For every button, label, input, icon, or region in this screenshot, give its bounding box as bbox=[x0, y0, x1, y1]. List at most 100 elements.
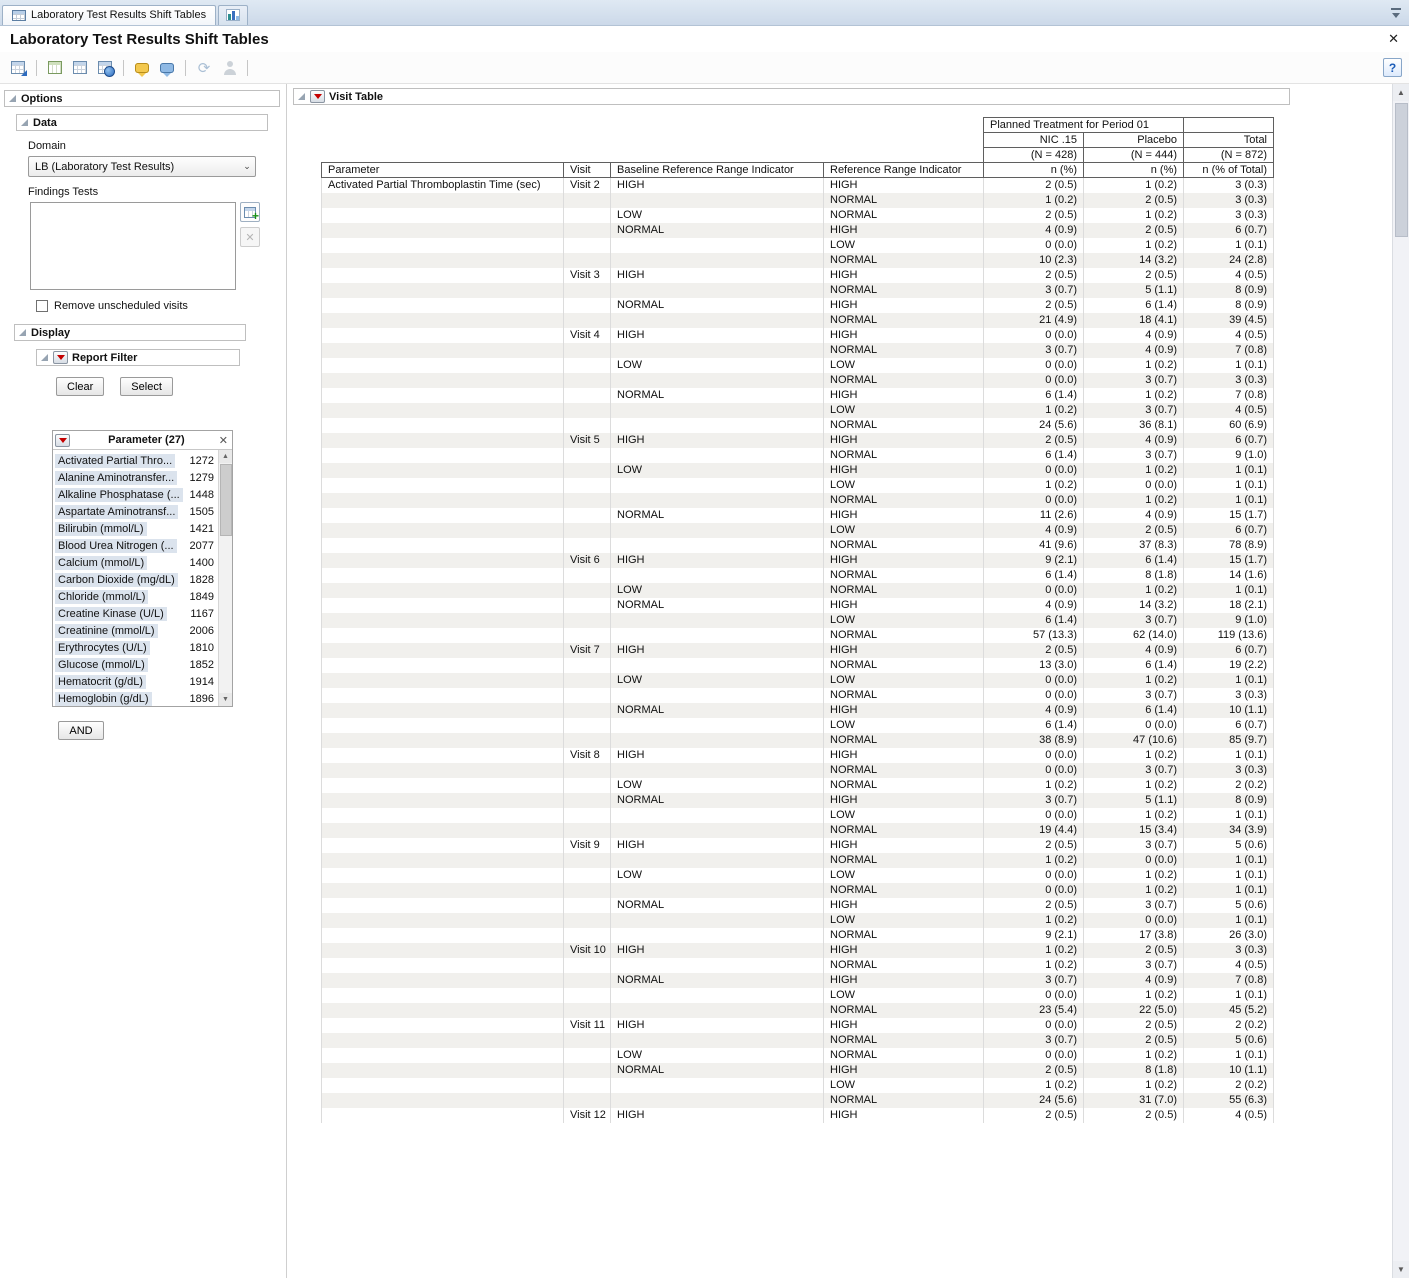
parameter-filter-item[interactable]: Calcium (mmol/L)1400 bbox=[55, 554, 216, 571]
parameter-filter-item-label[interactable]: Creatine Kinase (U/L) bbox=[55, 607, 167, 621]
parameter-filter-item-label[interactable]: Chloride (mmol/L) bbox=[55, 590, 148, 604]
disclosure-icon[interactable] bbox=[9, 95, 16, 102]
parameter-filter-item-label[interactable]: Alkaline Phosphatase (... bbox=[55, 488, 183, 502]
parameter-filter-item-label[interactable]: Alanine Aminotransfer... bbox=[55, 471, 177, 485]
report-layout-icon[interactable] bbox=[69, 57, 91, 79]
tab-chart[interactable] bbox=[218, 5, 248, 25]
domain-select[interactable]: LB (Laboratory Test Results) ⌄ bbox=[28, 156, 256, 177]
table-cell: 6 (1.4) bbox=[984, 718, 1084, 733]
close-icon[interactable]: ✕ bbox=[219, 434, 228, 447]
remove-unscheduled-checkbox[interactable] bbox=[36, 300, 48, 312]
and-button[interactable]: AND bbox=[58, 721, 104, 740]
table-cell: 37 (8.3) bbox=[1084, 538, 1184, 553]
scroll-down-icon[interactable]: ▼ bbox=[1393, 1261, 1409, 1278]
parameter-filter-item-label[interactable]: Carbon Dioxide (mg/dL) bbox=[55, 573, 178, 587]
disclosure-icon[interactable] bbox=[19, 329, 26, 336]
open-data-table-icon[interactable] bbox=[7, 57, 29, 79]
table-cell: NORMAL bbox=[611, 388, 824, 403]
parameter-filter-item-label[interactable]: Glucose (mmol/L) bbox=[55, 658, 148, 672]
parameter-filter-item[interactable]: Hematocrit (g/dL)1914 bbox=[55, 673, 216, 690]
parameter-filter-item-label[interactable]: Blood Urea Nitrogen (... bbox=[55, 539, 177, 553]
parameter-filter-item[interactable]: Glucose (mmol/L)1852 bbox=[55, 656, 216, 673]
report-filter-header[interactable]: Report Filter bbox=[36, 349, 240, 366]
column-header-rri: Reference Range Indicator bbox=[824, 163, 984, 178]
parameter-filter-item[interactable]: Creatinine (mmol/L)2006 bbox=[55, 622, 216, 639]
table-cell: 6 (0.7) bbox=[1184, 643, 1274, 658]
parameter-filter-item-label[interactable]: Erythrocytes (U/L) bbox=[55, 641, 150, 655]
table-cell: 1 (0.1) bbox=[1184, 1048, 1274, 1063]
parameter-filter-item[interactable]: Carbon Dioxide (mg/dL)1828 bbox=[55, 571, 216, 588]
data-section-header[interactable]: Data bbox=[16, 114, 268, 131]
parameter-list-scrollbar[interactable]: ▲▼ bbox=[218, 450, 232, 706]
vertical-scrollbar[interactable]: ▲ ▼ bbox=[1392, 84, 1409, 1278]
window-list-menu-icon[interactable] bbox=[1389, 7, 1403, 19]
parameter-filter-item[interactable]: Hemoglobin (g/dL)1896 bbox=[55, 690, 216, 706]
parameter-filter-item[interactable]: Activated Partial Thro...1272 bbox=[55, 452, 216, 469]
parameter-filter-item-label[interactable]: Activated Partial Thro... bbox=[55, 454, 175, 468]
parameter-filter-item-label[interactable]: Hemoglobin (g/dL) bbox=[55, 692, 152, 706]
add-note-icon[interactable] bbox=[131, 57, 153, 79]
parameter-filter-item[interactable]: Creatine Kinase (U/L)1167 bbox=[55, 605, 216, 622]
table-cell: NORMAL bbox=[824, 958, 984, 973]
parameter-filter-item-label[interactable]: Aspartate Aminotransf... bbox=[55, 505, 178, 519]
table-cell bbox=[322, 853, 564, 868]
parameter-filter-item-label[interactable]: Bilirubin (mmol/L) bbox=[55, 522, 147, 536]
close-icon[interactable]: ✕ bbox=[1388, 31, 1399, 47]
data-table-globe-icon[interactable] bbox=[94, 57, 116, 79]
disclosure-icon[interactable] bbox=[41, 354, 48, 361]
visit-table-header[interactable]: Visit Table bbox=[293, 88, 1290, 105]
help-button[interactable]: ? bbox=[1383, 58, 1402, 77]
table-cell: 0 (0.0) bbox=[1084, 718, 1184, 733]
scrollbar-thumb[interactable] bbox=[1395, 103, 1408, 237]
disclosure-icon[interactable] bbox=[21, 119, 28, 126]
parameter-filter-item[interactable]: Aspartate Aminotransf...1505 bbox=[55, 503, 216, 520]
review-notes-icon[interactable] bbox=[156, 57, 178, 79]
parameter-filter-item-label[interactable]: Creatinine (mmol/L) bbox=[55, 624, 158, 638]
table-cell: 1 (0.1) bbox=[1184, 853, 1274, 868]
table-cell: LOW bbox=[611, 583, 824, 598]
parameter-filter-item-label[interactable]: Calcium (mmol/L) bbox=[55, 556, 147, 570]
table-cell: Visit 7 bbox=[564, 643, 611, 658]
scroll-up-icon[interactable]: ▲ bbox=[1393, 84, 1409, 101]
table-cell: 85 (9.7) bbox=[1184, 733, 1274, 748]
scrollbar-thumb[interactable] bbox=[220, 464, 232, 536]
clear-button[interactable]: Clear bbox=[56, 377, 104, 396]
table-cell bbox=[322, 433, 564, 448]
disclosure-icon[interactable] bbox=[298, 93, 305, 100]
table-cell: 3 (0.7) bbox=[1084, 373, 1184, 388]
parameter-filter-item[interactable]: Blood Urea Nitrogen (... 2077 bbox=[55, 537, 216, 554]
journal-icon[interactable] bbox=[44, 57, 66, 79]
parameter-filter-item[interactable]: Bilirubin (mmol/L)1421 bbox=[55, 520, 216, 537]
table-cell: 3 (0.7) bbox=[1084, 898, 1184, 913]
table-cell: 2 (0.5) bbox=[1084, 193, 1184, 208]
table-cell: 2 (0.5) bbox=[984, 643, 1084, 658]
table-cell bbox=[564, 208, 611, 223]
add-tests-button[interactable] bbox=[240, 202, 260, 222]
table-cell: 1 (0.2) bbox=[984, 943, 1084, 958]
table-cell: 10 (1.1) bbox=[1184, 1063, 1274, 1078]
parameter-filter-item[interactable]: Chloride (mmol/L)1849 bbox=[55, 588, 216, 605]
parameter-filter-item[interactable]: Erythrocytes (U/L)1810 bbox=[55, 639, 216, 656]
red-triangle-menu-icon[interactable] bbox=[310, 90, 325, 103]
red-triangle-menu-icon[interactable] bbox=[53, 351, 68, 364]
table-cell: 3 (0.7) bbox=[984, 283, 1084, 298]
remove-unscheduled-checkbox-row[interactable]: Remove unscheduled visits bbox=[36, 300, 286, 312]
select-button[interactable]: Select bbox=[120, 377, 173, 396]
tab-shift-tables[interactable]: Laboratory Test Results Shift Tables bbox=[2, 5, 216, 25]
parameter-filter-item-label[interactable]: Hematocrit (g/dL) bbox=[55, 675, 146, 689]
display-section-header[interactable]: Display bbox=[14, 324, 246, 341]
parameter-filter-item[interactable]: Alanine Aminotransfer...1279 bbox=[55, 469, 216, 486]
findings-tests-listbox[interactable] bbox=[30, 202, 236, 290]
table-cell: NORMAL bbox=[824, 823, 984, 838]
scroll-up-icon[interactable]: ▲ bbox=[219, 450, 232, 463]
profile-icon[interactable] bbox=[218, 57, 240, 79]
report-main: Visit Table Planned Treatment for Period… bbox=[287, 84, 1392, 1278]
parameter-filter-item-count: 2077 bbox=[190, 540, 216, 552]
scroll-down-icon[interactable]: ▼ bbox=[219, 693, 232, 706]
parameter-filter-item[interactable]: Alkaline Phosphatase (...1448 bbox=[55, 486, 216, 503]
red-triangle-menu-icon[interactable] bbox=[55, 434, 70, 447]
rerun-icon[interactable] bbox=[193, 57, 215, 79]
options-header[interactable]: Options bbox=[4, 90, 280, 107]
table-cell: NORMAL bbox=[824, 658, 984, 673]
remove-tests-button[interactable]: ✕ bbox=[240, 227, 260, 247]
